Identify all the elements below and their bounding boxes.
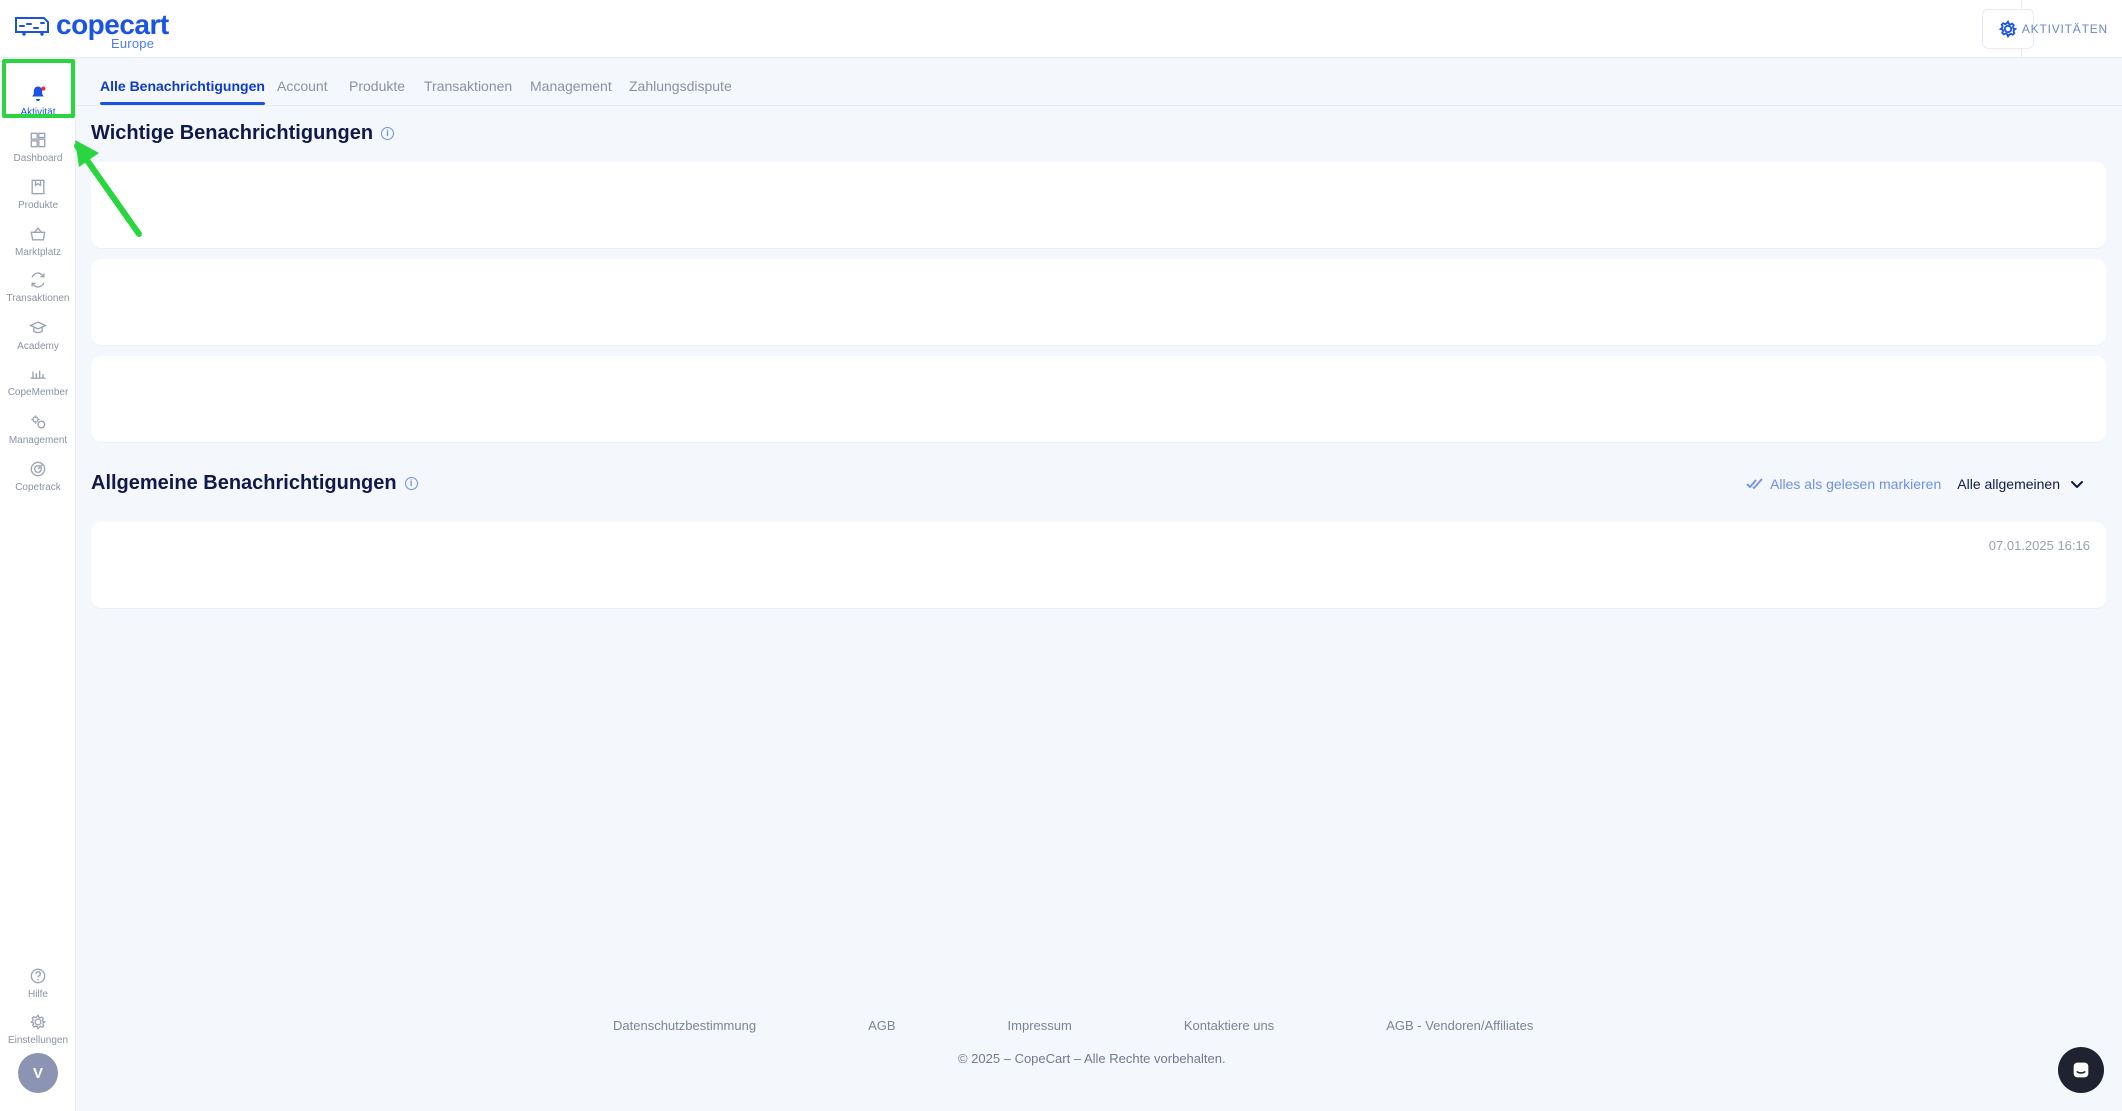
main-content: Alle Benachrichtigungen Account Produkte… <box>76 58 2122 1111</box>
footer-link-kontakt[interactable]: Kontaktiere uns <box>1184 1018 1274 1033</box>
sidebar-item-einstellungen[interactable]: Einstellungen <box>0 1006 76 1052</box>
mark-all-read-button[interactable]: Alles als gelesen markieren <box>1746 476 1941 492</box>
general-filter-dropdown[interactable]: Alle allgemeinen <box>1957 476 2084 492</box>
app-shell: copecart Europe AKTIVITÄTEN Aktivität Da… <box>0 0 2122 1111</box>
sidebar-item-label: Hilfe <box>27 989 48 1000</box>
footer-link-impressum[interactable]: Impressum <box>1008 1018 1072 1033</box>
radar-icon <box>30 461 46 477</box>
sidebar-item-produkte[interactable]: Produkte <box>0 171 76 217</box>
sidebar-item-aktivitaet[interactable]: Aktivität <box>0 78 76 124</box>
basket-icon <box>30 227 46 241</box>
general-actions: Alles als gelesen markieren Alle allgeme… <box>1746 476 2084 492</box>
avatar[interactable]: V <box>18 1053 58 1093</box>
sidebar-item-label: Einstellungen <box>7 1035 69 1046</box>
sidebar-item-label: Dashboard <box>13 153 63 164</box>
double-check-icon <box>1746 478 1763 490</box>
sidebar-item-copetrack[interactable]: Copetrack <box>0 453 76 499</box>
bell-icon <box>32 86 46 102</box>
members-icon <box>30 370 46 379</box>
info-icon[interactable]: i <box>404 477 418 490</box>
activities-link[interactable]: AKTIVITÄTEN <box>2022 22 2108 36</box>
general-filter-label: Alle allgemeinen <box>1957 476 2060 492</box>
sidebar-item-academy[interactable]: Academy <box>0 312 76 358</box>
sidebar-item-label: Copetrack <box>15 482 61 493</box>
sidebar-item-label: Produkte <box>17 200 59 211</box>
gear-cluster-icon <box>31 415 46 429</box>
settings-icon <box>29 1014 47 1030</box>
mark-all-read-label: Alles als gelesen markieren <box>1770 476 1942 492</box>
sidebar-item-hilfe[interactable]: Hilfe <box>0 960 76 1006</box>
product-icon <box>31 179 45 195</box>
sidebar-item-label: Aktivität <box>20 107 56 118</box>
tab-transaktionen[interactable]: Transaktionen <box>424 78 512 94</box>
sidebar-item-label: Management <box>8 435 68 446</box>
tab-account[interactable]: Account <box>277 78 328 94</box>
brand-name: copecart <box>56 9 169 40</box>
tab-produkte[interactable]: Produkte <box>349 78 405 94</box>
top-bar: copecart Europe AKTIVITÄTEN <box>0 0 2122 58</box>
brand-region: Europe <box>111 36 155 51</box>
dashboard-icon <box>30 132 46 148</box>
important-notification-card[interactable] <box>91 259 2106 345</box>
tab-zahlungsdispute[interactable]: Zahlungsdispute <box>629 78 732 94</box>
sidebar-item-label: CopeMember <box>7 387 69 398</box>
sidebar-item-label: Marktplatz <box>14 247 62 258</box>
sidebar-item-label: Academy <box>17 341 59 352</box>
footer-copyright: © 2025 – CopeCart – Alle Rechte vorbehal… <box>958 1051 1226 1066</box>
tab-bar: Alle Benachrichtigungen Account Produkte… <box>76 58 2122 106</box>
footer-links: Datenschutzbestimmung AGB Impressum Kont… <box>613 1018 1533 1033</box>
sidebar-item-transaktionen[interactable]: Transaktionen <box>0 264 76 310</box>
footer: Datenschutzbestimmung AGB Impressum Kont… <box>76 1018 2122 1088</box>
help-icon <box>30 968 46 984</box>
refresh-icon <box>31 272 45 288</box>
tab-alle-benachrichtigungen[interactable]: Alle Benachrichtigungen <box>100 78 265 105</box>
sidebar-item-marktplatz[interactable]: Marktplatz <box>0 218 76 264</box>
important-notification-card[interactable] <box>91 162 2106 248</box>
important-section-title: Wichtige Benachrichtigungen i <box>91 122 395 145</box>
chat-button[interactable] <box>2058 1047 2104 1093</box>
important-title-text: Wichtige Benachrichtigungen <box>91 122 374 144</box>
cart-logo-icon <box>15 17 49 36</box>
footer-link-datenschutz[interactable]: Datenschutzbestimmung <box>613 1018 756 1033</box>
footer-link-agb[interactable]: AGB <box>868 1018 895 1033</box>
info-icon[interactable]: i <box>381 127 395 140</box>
sidebar-item-dashboard[interactable]: Dashboard <box>0 124 76 170</box>
tab-management[interactable]: Management <box>530 78 612 94</box>
sidebar-item-label: Transaktionen <box>6 293 70 304</box>
graduation-cap-icon <box>28 321 48 334</box>
gear-icon <box>1998 19 2018 39</box>
notification-timestamp: 07.01.2025 16:16 <box>1988 538 2090 553</box>
brand-logo[interactable]: copecart Europe <box>14 9 169 51</box>
sidebar: Aktivität Dashboard Produkte Marktplatz … <box>0 58 76 1111</box>
footer-link-agb-vendoren[interactable]: AGB - Vendoren/Affiliates <box>1386 1018 1533 1033</box>
general-title-text: Allgemeine Benachrichtigungen <box>91 472 397 494</box>
important-notification-card[interactable] <box>91 356 2106 442</box>
general-section-title: Allgemeine Benachrichtigungen i <box>91 472 418 495</box>
chevron-down-icon <box>2071 481 2083 488</box>
general-notification-card[interactable]: 07.01.2025 16:16 <box>91 522 2106 608</box>
chat-icon <box>2073 1062 2089 1078</box>
sidebar-item-copemember[interactable]: CopeMember <box>0 358 76 404</box>
sidebar-item-management[interactable]: Management <box>0 406 76 452</box>
